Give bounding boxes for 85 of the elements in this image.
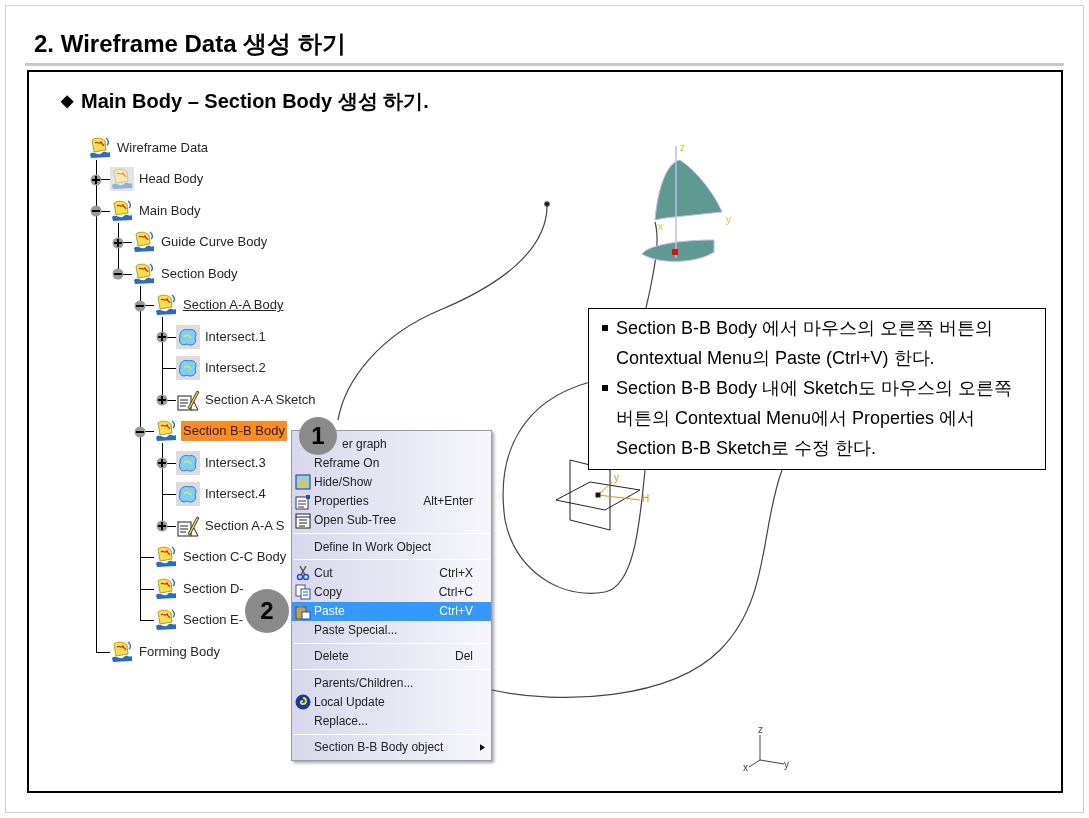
shortcut-text: Ctrl+C: [438, 583, 473, 601]
tree-window-icon: [295, 512, 311, 529]
body-icon: [154, 576, 178, 601]
tree-item[interactable]: Wireframe Data: [115, 137, 211, 158]
axis-label: y: [784, 759, 789, 770]
intersect-icon: [176, 356, 200, 381]
clipboard-icon: [295, 603, 311, 620]
body-icon: [110, 198, 134, 223]
intersect-icon: [176, 482, 200, 507]
tree-item[interactable]: Main Body: [137, 200, 203, 221]
body-icon: [154, 608, 178, 633]
step-badge: 1: [299, 417, 337, 455]
tree-item[interactable]: Guide Curve Body: [159, 232, 270, 253]
axis-label: H: [642, 493, 650, 504]
shortcut-text: Alt+Enter: [423, 493, 473, 511]
menu-item[interactable]: Copy: [314, 582, 342, 601]
shortcut-text: Ctrl+X: [439, 564, 473, 582]
body-icon: [154, 545, 178, 570]
step-badge: 2: [245, 589, 289, 633]
body-icon: [132, 230, 156, 255]
axis-label: x: [658, 221, 663, 232]
body-icon: [110, 639, 134, 664]
axis-label: z: [680, 142, 685, 153]
menu-item[interactable]: Parents/Children...: [314, 673, 414, 692]
slide-subtitle: Main Body – Section Body 생성 하기.: [81, 89, 429, 114]
slide-title: 2. Wireframe Data 생성 하기: [34, 29, 346, 59]
menu-item[interactable]: Paste Special...: [314, 621, 398, 640]
expand-toggle[interactable]: [156, 520, 168, 532]
bullet-glyph: ◆: [61, 91, 73, 111]
menu-item[interactable]: Properties: [314, 492, 369, 511]
intersect-icon: [176, 450, 200, 475]
axis-label: z: [758, 724, 763, 735]
expand-toggle[interactable]: [112, 268, 124, 280]
menu-item[interactable]: Open Sub-Tree: [314, 511, 397, 530]
expand-toggle[interactable]: [156, 457, 168, 469]
tree-item[interactable]: Intersect.1: [203, 326, 268, 347]
expand-toggle[interactable]: [90, 173, 102, 186]
copy-icon: [295, 584, 311, 601]
tree-item[interactable]: Forming Body: [137, 641, 222, 662]
expand-toggle[interactable]: [156, 394, 168, 406]
tree-item[interactable]: Intersect.3: [203, 452, 268, 473]
menu-item[interactable]: Local Update: [314, 692, 385, 711]
tree-item[interactable]: Section A-A S: [203, 515, 287, 536]
tree-item[interactable]: Intersect.4: [203, 484, 268, 505]
tree-item[interactable]: Section D-: [181, 578, 246, 599]
tree-item[interactable]: Section E-: [181, 610, 245, 631]
axis-triad-icon: [748, 734, 785, 768]
menu-item[interactable]: Replace...: [314, 712, 369, 731]
axis-label: x: [743, 762, 748, 773]
menu-item[interactable]: Section B-B Body object: [314, 738, 444, 757]
tree-item[interactable]: Section C-C Body: [181, 547, 289, 568]
note-text: Section B-B Body 내에 Sketch도 마우스의 오른쪽 버튼의 Contextual Menu에서 Properties 에서 Section B-B Sketch로 수정 한다.: [616, 377, 1014, 460]
axis-label: y: [726, 214, 731, 225]
tree-item[interactable]: Section B-B Body: [181, 421, 287, 442]
body-icon: [110, 167, 134, 192]
bullet-icon: [602, 385, 608, 391]
tree-item[interactable]: Section Body: [159, 263, 240, 284]
swirl-icon: [295, 694, 311, 711]
axis-label: y: [614, 472, 619, 483]
tree-item[interactable]: Section A-A Sketch: [203, 389, 318, 410]
tree-item[interactable]: Section A-A Body: [181, 295, 286, 316]
tree-item[interactable]: Head Body: [137, 169, 206, 190]
body-icon: [88, 135, 112, 160]
bullet-icon: [602, 325, 608, 331]
note-text: Section B-B Body 에서 마우스의 오른쪽 버튼의 Contextual Menu의 Paste (Ctrl+V) 한다.: [616, 317, 995, 370]
expand-toggle[interactable]: [134, 425, 146, 438]
tree-item[interactable]: Intersect.2: [203, 358, 268, 379]
expand-toggle[interactable]: [112, 236, 124, 249]
body-icon: [132, 261, 156, 286]
properties-icon: [295, 493, 311, 510]
expand-toggle[interactable]: [156, 331, 168, 343]
expand-toggle[interactable]: [134, 299, 146, 312]
hide-show-icon: [295, 474, 311, 491]
shortcut-text: Del: [455, 648, 473, 666]
menu-item[interactable]: Define In Work Object: [314, 537, 432, 556]
menu-item[interactable]: Cut: [314, 563, 333, 582]
menu-item[interactable]: Reframe On: [314, 453, 380, 472]
menu-item[interactable]: er graph: [342, 434, 387, 453]
body-icon: [154, 419, 178, 444]
scissors-icon: [295, 565, 311, 582]
menu-item[interactable]: Hide/Show: [314, 472, 373, 491]
body-icon: [154, 293, 178, 318]
menu-item[interactable]: Delete: [314, 647, 349, 666]
intersect-icon: [176, 324, 200, 349]
expand-toggle[interactable]: [90, 205, 102, 217]
